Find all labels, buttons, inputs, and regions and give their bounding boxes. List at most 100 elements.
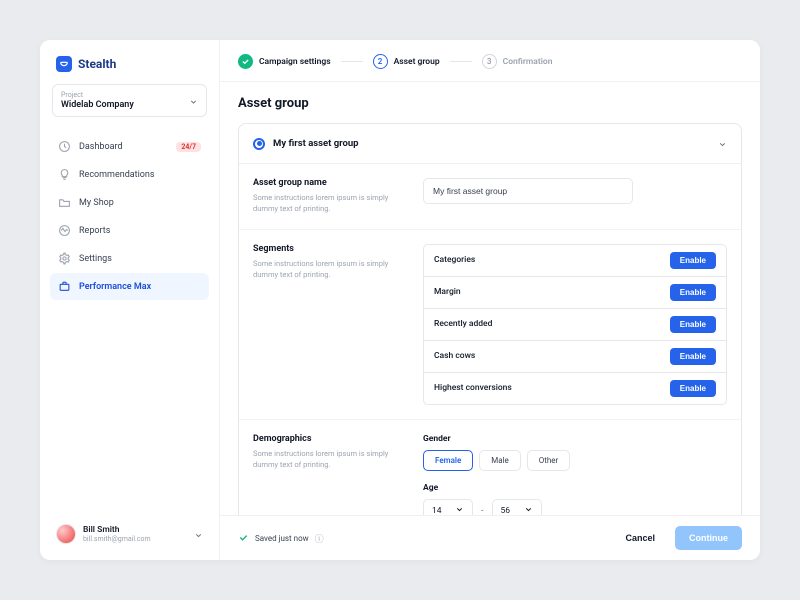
sidebar-item-label: Settings bbox=[79, 254, 112, 264]
chevron-down-icon bbox=[718, 134, 727, 153]
age-min-select[interactable]: 14 bbox=[423, 499, 473, 516]
sidebar-item-dashboard[interactable]: Dashboard 24/7 bbox=[50, 133, 209, 160]
section-title: Demographics bbox=[253, 434, 403, 444]
footer: Saved just now ⓘ Cancel Continue bbox=[220, 515, 760, 560]
user-email: bill.smith@gmail.com bbox=[83, 535, 151, 543]
save-status-text: Saved just now bbox=[255, 534, 309, 543]
sidebar-item-settings[interactable]: Settings bbox=[50, 245, 209, 272]
step-confirmation[interactable]: 3 Confirmation bbox=[482, 54, 553, 69]
range-separator: - bbox=[481, 506, 484, 516]
segment-list: Categories Enable Margin Enable Recently… bbox=[423, 244, 727, 405]
segment-row: Highest conversions Enable bbox=[423, 373, 727, 405]
segment-name: Margin bbox=[434, 287, 461, 297]
gear-icon bbox=[58, 252, 71, 265]
segment-row: Cash cows Enable bbox=[423, 341, 727, 373]
project-select[interactable]: Project Widelab Company bbox=[52, 84, 207, 117]
sidebar-item-performance-max[interactable]: Performance Max bbox=[50, 273, 209, 300]
project-select-label: Project bbox=[61, 91, 198, 99]
content: Asset group My first asset group Asset g… bbox=[220, 82, 760, 515]
age-max-select[interactable]: 56 bbox=[492, 499, 542, 516]
brand-name: Stealth bbox=[78, 57, 116, 71]
segment-row: Margin Enable bbox=[423, 277, 727, 309]
segment-row: Categories Enable bbox=[423, 244, 727, 277]
chevron-down-icon bbox=[524, 505, 533, 516]
clock-icon bbox=[58, 140, 71, 153]
section-desc: Some instructions lorem ipsum is simply … bbox=[253, 192, 403, 215]
step-campaign-settings[interactable]: Campaign settings bbox=[238, 54, 331, 69]
brand: Stealth bbox=[50, 54, 209, 84]
sidebar-item-label: Recommendations bbox=[79, 170, 155, 180]
step-label: Confirmation bbox=[503, 57, 553, 67]
step-connector bbox=[341, 61, 363, 62]
sidebar-item-label: Performance Max bbox=[79, 282, 151, 292]
stepper: Campaign settings 2 Asset group 3 Confir… bbox=[220, 40, 760, 82]
badge: 24/7 bbox=[176, 142, 201, 152]
age-range: 14 - 56 bbox=[423, 499, 727, 516]
section-desc: Some instructions lorem ipsum is simply … bbox=[253, 258, 403, 281]
sidebar-item-reports[interactable]: Reports bbox=[50, 217, 209, 244]
avatar bbox=[56, 524, 76, 544]
radio-selected-icon bbox=[253, 138, 265, 150]
step-label: Campaign settings bbox=[259, 57, 331, 67]
segment-name: Categories bbox=[434, 255, 475, 265]
gender-option-male[interactable]: Male bbox=[479, 450, 521, 471]
brand-logo-icon bbox=[56, 56, 72, 72]
activity-icon bbox=[58, 224, 71, 237]
segment-name: Recently added bbox=[434, 319, 492, 329]
page-title: Asset group bbox=[238, 96, 742, 111]
section-title: Segments bbox=[253, 244, 403, 254]
card-title: My first asset group bbox=[273, 138, 359, 149]
enable-button[interactable]: Enable bbox=[670, 348, 716, 365]
briefcase-icon bbox=[58, 280, 71, 293]
segment-name: Cash cows bbox=[434, 351, 475, 361]
chevron-down-icon bbox=[455, 505, 464, 516]
info-icon: ⓘ bbox=[315, 532, 324, 545]
section-desc: Some instructions lorem ipsum is simply … bbox=[253, 448, 403, 471]
sidebar: Stealth Project Widelab Company Dashboar… bbox=[40, 40, 220, 560]
asset-group-card: My first asset group Asset group name So… bbox=[238, 123, 742, 515]
age-label: Age bbox=[423, 483, 727, 493]
enable-button[interactable]: Enable bbox=[670, 380, 716, 397]
asset-group-name-input[interactable] bbox=[423, 178, 633, 204]
sidebar-nav: Dashboard 24/7 Recommendations My Shop R… bbox=[50, 133, 209, 300]
section-title: Asset group name bbox=[253, 178, 403, 188]
sidebar-item-label: Reports bbox=[79, 226, 110, 236]
main: Campaign settings 2 Asset group 3 Confir… bbox=[220, 40, 760, 560]
age-min-value: 14 bbox=[432, 506, 442, 516]
section-demographics: Demographics Some instructions lorem ips… bbox=[239, 420, 741, 516]
check-icon bbox=[238, 54, 253, 69]
enable-button[interactable]: Enable bbox=[670, 284, 716, 301]
segment-row: Recently added Enable bbox=[423, 309, 727, 341]
age-max-value: 56 bbox=[501, 506, 511, 516]
chevron-down-icon bbox=[189, 91, 198, 110]
lightbulb-icon bbox=[58, 168, 71, 181]
step-asset-group[interactable]: 2 Asset group bbox=[373, 54, 440, 69]
gender-group: Female Male Other bbox=[423, 450, 727, 471]
project-select-value: Widelab Company bbox=[61, 100, 198, 110]
step-label: Asset group bbox=[394, 57, 440, 67]
enable-button[interactable]: Enable bbox=[670, 252, 716, 269]
gender-label: Gender bbox=[423, 434, 727, 444]
continue-button[interactable]: Continue bbox=[675, 526, 742, 550]
gender-option-other[interactable]: Other bbox=[527, 450, 570, 471]
section-asset-group-name: Asset group name Some instructions lorem… bbox=[239, 164, 741, 230]
folder-icon bbox=[58, 196, 71, 209]
chevron-down-icon bbox=[194, 525, 203, 544]
card-header[interactable]: My first asset group bbox=[239, 124, 741, 164]
gender-option-female[interactable]: Female bbox=[423, 450, 473, 471]
user-name: Bill Smith bbox=[83, 525, 151, 535]
sidebar-item-label: Dashboard bbox=[79, 142, 123, 152]
sidebar-item-recommendations[interactable]: Recommendations bbox=[50, 161, 209, 188]
save-status: Saved just now ⓘ bbox=[238, 532, 324, 545]
user-menu[interactable]: Bill Smith bill.smith@gmail.com bbox=[50, 518, 209, 550]
cancel-button[interactable]: Cancel bbox=[615, 527, 665, 549]
sidebar-item-my-shop[interactable]: My Shop bbox=[50, 189, 209, 216]
segment-name: Highest conversions bbox=[434, 383, 512, 393]
check-icon bbox=[238, 532, 249, 545]
step-number: 2 bbox=[373, 54, 388, 69]
section-segments: Segments Some instructions lorem ipsum i… bbox=[239, 230, 741, 420]
step-connector bbox=[450, 61, 472, 62]
step-number: 3 bbox=[482, 54, 497, 69]
enable-button[interactable]: Enable bbox=[670, 316, 716, 333]
sidebar-item-label: My Shop bbox=[79, 198, 114, 208]
